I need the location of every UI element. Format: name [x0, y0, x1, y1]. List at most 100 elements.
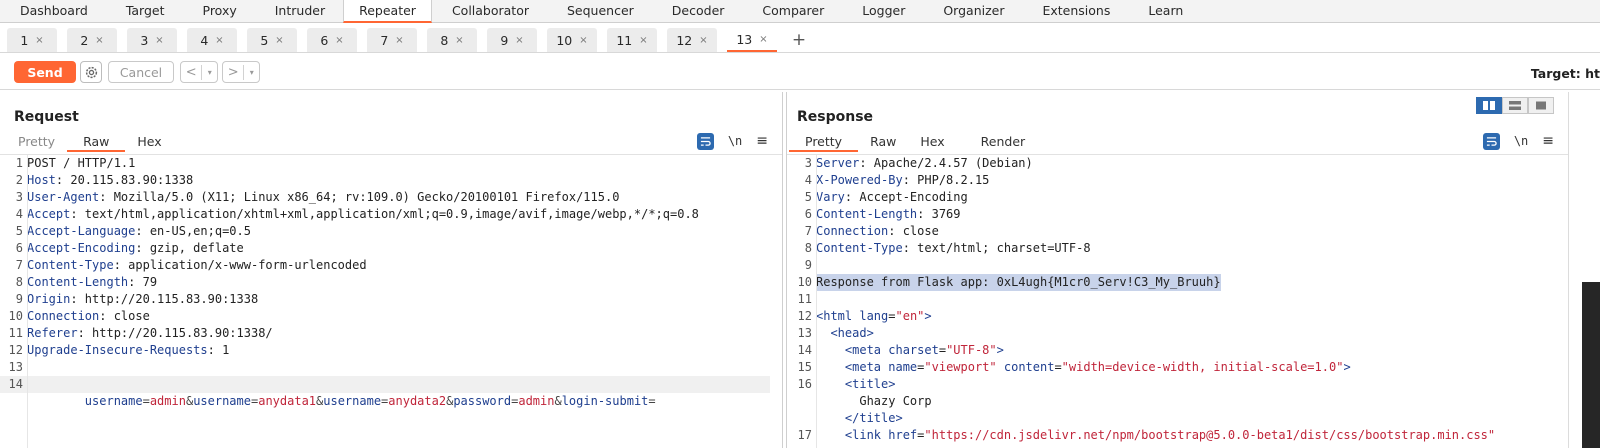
request-line[interactable]: 11 Referer: http://20.115.83.90:1338/ — [0, 325, 782, 342]
repeater-tab-label: 12 — [676, 32, 693, 48]
chevron-down-icon[interactable]: ▾ — [244, 68, 259, 77]
tab-extensions[interactable]: Extensions — [1022, 0, 1128, 23]
response-tab-raw[interactable]: Raw — [858, 132, 908, 152]
request-tab-raw[interactable]: Raw — [67, 132, 126, 152]
repeater-tab-label: 4 — [200, 32, 209, 48]
response-tab-render[interactable]: Render — [957, 132, 1038, 152]
request-body-line[interactable]: 14 username=admin&username=anydata1&user… — [0, 376, 770, 408]
close-icon[interactable]: × — [759, 34, 767, 45]
request-line-text: Host: 20.115.83.90:1338 — [27, 173, 194, 187]
request-tab-hex[interactable]: Hex — [125, 132, 173, 152]
add-tab-button[interactable]: + — [787, 28, 811, 52]
response-flag-line[interactable]: 10 Response from Flask app: 0xL4ugh{M1cr… — [787, 274, 1568, 291]
history-forward-button[interactable]: > ▾ — [222, 61, 260, 83]
cancel-button[interactable]: Cancel — [108, 61, 174, 83]
request-line-text: Connection: close — [27, 309, 150, 323]
repeater-tab-1[interactable]: 1 × — [7, 28, 57, 52]
request-line[interactable]: 5 Accept-Language: en-US,en;q=0.5 — [0, 223, 782, 240]
close-icon[interactable]: × — [35, 35, 43, 46]
tab-comparer[interactable]: Comparer — [742, 0, 842, 23]
repeater-tab-6[interactable]: 6 × — [307, 28, 357, 52]
request-line[interactable]: 2 Host: 20.115.83.90:1338 — [0, 172, 782, 189]
request-line[interactable]: 9 Origin: http://20.115.83.90:1338 — [0, 291, 782, 308]
tab-learn[interactable]: Learn — [1128, 0, 1201, 23]
chevron-down-icon[interactable]: ▾ — [202, 68, 217, 77]
target-label[interactable]: Target: ht — [1531, 66, 1600, 81]
response-line[interactable]: 4 X-Powered-By: PHP/8.2.15 — [787, 172, 1568, 189]
response-tab-hex[interactable]: Hex — [908, 132, 956, 152]
close-icon[interactable]: × — [515, 35, 523, 46]
request-editor[interactable]: 1 POST / HTTP/1.1 2 Host: 20.115.83.90:1338… — [0, 154, 782, 448]
response-line[interactable]: 5 Vary: Accept-Encoding — [787, 189, 1568, 206]
menu-icon[interactable]: ≡ — [1542, 133, 1554, 149]
repeater-tab-9[interactable]: 9 × — [487, 28, 537, 52]
tab-logger[interactable]: Logger — [842, 0, 923, 23]
close-icon[interactable]: × — [455, 35, 463, 46]
close-icon[interactable]: × — [95, 35, 103, 46]
close-icon[interactable]: × — [639, 35, 647, 46]
repeater-tab-3[interactable]: 3 × — [127, 28, 177, 52]
request-line[interactable]: 7 Content-Type: application/x-www-form-ur… — [0, 257, 782, 274]
response-line[interactable]: 3 Server: Apache/2.4.57 (Debian) — [787, 155, 1568, 172]
repeater-tab-10[interactable]: 10 × — [547, 28, 597, 52]
request-line[interactable]: 12 Upgrade-Insecure-Requests: 1 — [0, 342, 782, 359]
line-number: 6 — [15, 241, 23, 255]
request-line[interactable]: 4 Accept: text/html,application/xhtml+xml… — [0, 206, 782, 223]
layout-tabs-button[interactable] — [1528, 97, 1554, 114]
request-line[interactable]: 10 Connection: close — [0, 308, 782, 325]
response-editor[interactable]: 3 Server: Apache/2.4.57 (Debian) 4 X-Powere… — [787, 154, 1568, 448]
response-tab-pretty[interactable]: Pretty — [789, 132, 859, 152]
flag-text: Response from Flask app: 0xL4ugh{M1cr0_S… — [816, 274, 1221, 291]
response-line[interactable]: 9 — [787, 257, 1568, 274]
request-line[interactable]: 8 Content-Length: 79 — [0, 274, 782, 291]
tab-organizer[interactable]: Organizer — [923, 0, 1022, 23]
newline-icon[interactable]: \n — [728, 134, 742, 148]
response-line[interactable]: 6 Content-Length: 3769 — [787, 206, 1568, 223]
repeater-tab-12[interactable]: 12 × — [667, 28, 717, 52]
repeater-tab-11[interactable]: 11 × — [607, 28, 657, 52]
send-button[interactable]: Send — [14, 61, 76, 83]
layout-side-by-side-button[interactable] — [1476, 97, 1502, 114]
tab-intruder[interactable]: Intruder — [255, 0, 343, 23]
request-line[interactable]: 3 User-Agent: Mozilla/5.0 (X11; Linux x86… — [0, 189, 782, 206]
repeater-tab-2[interactable]: 2 × — [67, 28, 117, 52]
close-icon[interactable]: × — [275, 35, 283, 46]
tab-proxy[interactable]: Proxy — [183, 0, 255, 23]
close-icon[interactable]: × — [579, 35, 587, 46]
repeater-tab-5[interactable]: 5 × — [247, 28, 297, 52]
repeater-tab-label: 5 — [260, 32, 269, 48]
close-icon[interactable]: × — [395, 35, 403, 46]
request-line[interactable]: 13 — [0, 359, 782, 376]
tab-sequencer[interactable]: Sequencer — [547, 0, 652, 23]
tab-target[interactable]: Target — [106, 0, 183, 23]
layout-stacked-button[interactable] — [1502, 97, 1528, 114]
repeater-tab-4[interactable]: 4 × — [187, 28, 237, 52]
close-icon[interactable]: × — [155, 35, 163, 46]
repeater-tab-7[interactable]: 7 × — [367, 28, 417, 52]
dark-side-region — [1582, 282, 1600, 448]
repeater-tab-13[interactable]: 13 × — [727, 28, 777, 52]
menu-icon[interactable]: ≡ — [756, 133, 768, 149]
tab-collaborator[interactable]: Collaborator — [432, 0, 547, 23]
settings-button[interactable] — [80, 61, 102, 83]
close-icon[interactable]: × — [699, 35, 707, 46]
response-line[interactable]: 7 Connection: close — [787, 223, 1568, 240]
request-line[interactable]: 6 Accept-Encoding: gzip, deflate — [0, 240, 782, 257]
wrap-lines-icon[interactable] — [696, 132, 714, 150]
request-tab-pretty[interactable]: Pretty — [6, 132, 67, 152]
response-line[interactable]: 8 Content-Type: text/html; charset=UTF-8 — [787, 240, 1568, 257]
wrap-lines-icon[interactable] — [1482, 132, 1500, 150]
newline-icon[interactable]: \n — [1514, 134, 1528, 148]
close-icon[interactable]: × — [215, 35, 223, 46]
response-line-text: X-Powered-By: PHP/8.2.15 — [816, 173, 990, 187]
repeater-tabs: 1 × 2 × 3 × 4 × 5 × 6 × 7 × 8 × 9 × 10 × 11 × 12 × 1… — [0, 24, 1600, 53]
chevron-left-icon: < — [181, 64, 203, 80]
history-back-button[interactable]: < ▾ — [180, 61, 218, 83]
tab-repeater[interactable]: Repeater — [343, 0, 432, 23]
line-number: 3 — [15, 190, 23, 204]
repeater-tab-8[interactable]: 8 × — [427, 28, 477, 52]
request-line[interactable]: 1 POST / HTTP/1.1 — [0, 155, 782, 172]
tab-decoder[interactable]: Decoder — [652, 0, 743, 23]
close-icon[interactable]: × — [335, 35, 343, 46]
tab-dashboard[interactable]: Dashboard — [0, 0, 106, 23]
